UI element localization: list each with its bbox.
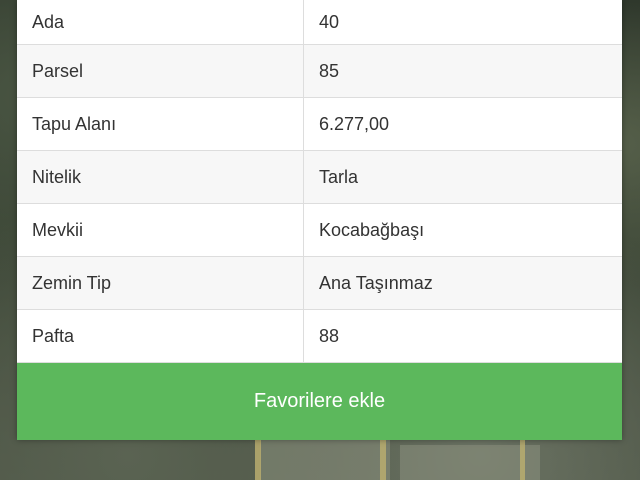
row-label: Ada [17,0,304,45]
map-field [400,445,540,480]
table-row: Pafta 88 [17,309,622,363]
add-to-favorites-button[interactable]: Favorilere ekle [17,363,622,440]
row-label: Pafta [17,309,304,363]
parcel-info-table: Ada 40 Parsel 85 Tapu Alanı 6.277,00 Nit… [17,0,622,363]
map-road [380,438,386,480]
row-label: Nitelik [17,150,304,204]
row-value: 6.277,00 [303,97,622,151]
row-label: Zemin Tip [17,256,304,310]
row-value: 40 [303,0,622,45]
table-row: Parsel 85 [17,44,622,98]
row-label: Mevkii [17,203,304,257]
row-label: Tapu Alanı [17,97,304,151]
row-value: 88 [303,309,622,363]
row-value: 85 [303,44,622,98]
table-row: Tapu Alanı 6.277,00 [17,97,622,151]
map-road [255,438,261,480]
table-row: Nitelik Tarla [17,150,622,204]
parcel-info-card: Ada 40 Parsel 85 Tapu Alanı 6.277,00 Nit… [17,0,622,440]
map-field [260,440,390,480]
table-row: Ada 40 [17,0,622,45]
table-row: Zemin Tip Ana Taşınmaz [17,256,622,310]
row-value: Kocabağbaşı [303,203,622,257]
row-value: Ana Taşınmaz [303,256,622,310]
row-label: Parsel [17,44,304,98]
table-row: Mevkii Kocabağbaşı [17,203,622,257]
map-road [520,440,525,480]
row-value: Tarla [303,150,622,204]
